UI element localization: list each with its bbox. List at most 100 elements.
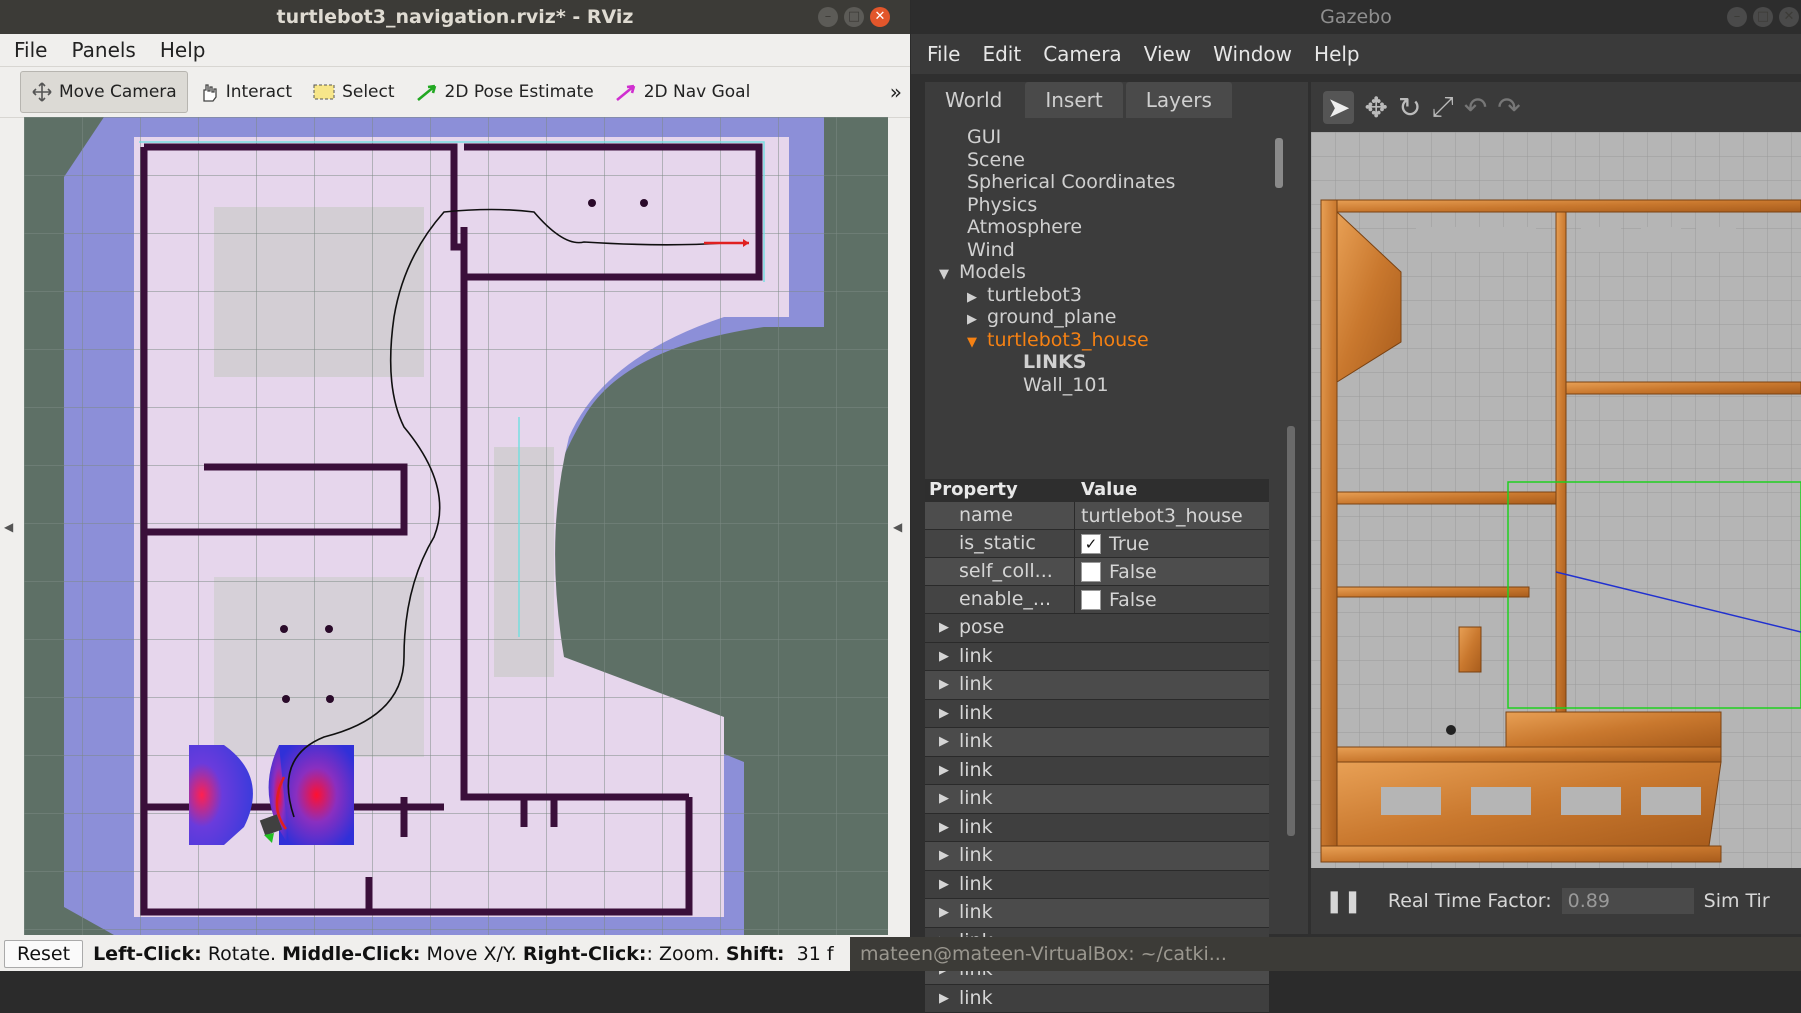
- expand-down-icon: ▼: [967, 335, 977, 350]
- tree-wall-item[interactable]: Wall_101: [925, 374, 1285, 397]
- translate-icon[interactable]: ✥: [1364, 91, 1387, 124]
- pause-icon[interactable]: ❚❚: [1325, 889, 1362, 914]
- map-view[interactable]: [24, 117, 888, 935]
- left-panel-collapse-icon[interactable]: ◀: [4, 520, 13, 534]
- tree-item-wind[interactable]: Wind: [925, 239, 1285, 262]
- scene-bottom-bar: ❚❚ Real Time Factor: 0.89 Sim Tir: [1311, 868, 1801, 934]
- fps-readout: 31 f: [797, 943, 834, 965]
- expand-right-icon: ▶: [967, 290, 977, 305]
- pose-row[interactable]: ▶pose: [925, 614, 1269, 643]
- prop-row-name: name turtlebot3_house: [925, 502, 1269, 530]
- prop-value-name[interactable]: turtlebot3_house: [1081, 503, 1243, 529]
- link-row[interactable]: ▶link: [925, 814, 1269, 843]
- tree-scrollbar[interactable]: [1275, 138, 1283, 188]
- expand-right-icon: ▶: [939, 871, 949, 898]
- tree-item-atmosphere[interactable]: Atmosphere: [925, 216, 1285, 239]
- property-scrollbar[interactable]: [1287, 426, 1295, 836]
- redo-icon[interactable]: ↷: [1497, 91, 1520, 124]
- tree-links-label: LINKS: [925, 351, 1285, 374]
- tab-world[interactable]: World: [925, 82, 1022, 118]
- tab-layers[interactable]: Layers: [1126, 82, 1232, 118]
- close-icon[interactable]: ✕: [1779, 7, 1799, 27]
- tree-model-ground-plane[interactable]: ▶ground_plane: [925, 306, 1285, 329]
- tree-model-turtlebot3[interactable]: ▶turtlebot3: [925, 284, 1285, 307]
- maximize-icon[interactable]: □: [1753, 7, 1773, 27]
- house-3d-model[interactable]: [1311, 132, 1801, 868]
- link-row[interactable]: ▶link: [925, 728, 1269, 757]
- select-label: Select: [342, 82, 394, 102]
- gazebo-window: Gazebo – □ ✕ File Edit Camera View Windo…: [911, 0, 1801, 971]
- rotate-icon[interactable]: ↻: [1398, 91, 1421, 124]
- move-camera-icon: [31, 81, 53, 103]
- rviz-toolbar: Move Camera Interact Select 2D Pose Esti…: [0, 66, 910, 118]
- tree-item-gui[interactable]: GUI: [925, 126, 1285, 149]
- expand-right-icon: ▶: [939, 700, 949, 727]
- expand-right-icon: ▶: [939, 899, 949, 926]
- menu-panels[interactable]: Panels: [71, 38, 135, 62]
- self-collide-checkbox[interactable]: [1081, 562, 1101, 582]
- tab-insert[interactable]: Insert: [1025, 82, 1122, 118]
- rtf-label: Real Time Factor:: [1388, 890, 1552, 912]
- rviz-statusbar: Reset Left-Click: Rotate. Middle-Click: …: [0, 937, 910, 971]
- link-row[interactable]: ▶link: [925, 671, 1269, 700]
- rviz-window-controls: – □ ✕: [818, 7, 890, 27]
- link-row[interactable]: ▶link: [925, 757, 1269, 786]
- rviz-window: turtlebot3_navigation.rviz* - RViz – □ ✕…: [0, 0, 910, 971]
- interact-label: Interact: [226, 82, 292, 102]
- expand-right-icon: ▶: [939, 985, 949, 1012]
- link-row[interactable]: ▶link: [925, 842, 1269, 871]
- select-tool[interactable]: Select: [302, 72, 404, 112]
- is-static-checkbox[interactable]: ✓: [1081, 534, 1101, 554]
- undo-icon[interactable]: ↶: [1464, 91, 1487, 124]
- scale-icon[interactable]: ⤢: [1431, 90, 1453, 124]
- minimize-icon[interactable]: –: [818, 7, 838, 27]
- close-icon[interactable]: ✕: [870, 7, 890, 27]
- prop-row-is-static: is_static ✓True: [925, 530, 1269, 558]
- expand-right-icon: ▶: [939, 728, 949, 755]
- magenta-arrow-icon: [614, 82, 638, 102]
- terminal-titlebar[interactable]: mateen@mateen-VirtualBox: ~/catki...: [850, 937, 1801, 971]
- gz-menu-camera[interactable]: Camera: [1043, 42, 1122, 66]
- interact-tool[interactable]: Interact: [188, 72, 302, 112]
- gz-menu-view[interactable]: View: [1144, 42, 1191, 66]
- tree-item-scene[interactable]: Scene: [925, 149, 1285, 172]
- gz-menu-help[interactable]: Help: [1314, 42, 1360, 66]
- maximize-icon[interactable]: □: [844, 7, 864, 27]
- tree-model-house-selected[interactable]: ▼turtlebot3_house: [925, 329, 1285, 352]
- pose-estimate-label: 2D Pose Estimate: [445, 82, 594, 102]
- select-arrow-icon[interactable]: ➤: [1323, 91, 1354, 124]
- move-camera-tool[interactable]: Move Camera: [20, 71, 188, 113]
- link-row[interactable]: ▶link: [925, 643, 1269, 672]
- scene-view[interactable]: ➤ ✥ ↻ ⤢ ↶ ↷: [1311, 82, 1801, 934]
- occupancy-map[interactable]: [24, 117, 888, 935]
- menu-help[interactable]: Help: [160, 38, 206, 62]
- link-row[interactable]: ▶link: [925, 785, 1269, 814]
- gz-menu-file[interactable]: File: [927, 42, 960, 66]
- right-click-key: Right-Click:: [523, 943, 647, 965]
- hand-icon: [198, 81, 220, 103]
- minimize-icon[interactable]: –: [1727, 7, 1747, 27]
- tree-item-spherical[interactable]: Spherical Coordinates: [925, 171, 1285, 194]
- shift-key: Shift:: [726, 943, 785, 965]
- toolbar-more-button[interactable]: »: [890, 80, 902, 104]
- left-click-action: Rotate.: [208, 943, 276, 965]
- gz-menu-window[interactable]: Window: [1213, 42, 1292, 66]
- right-panel-collapse-icon[interactable]: ◀: [893, 520, 902, 534]
- left-click-key: Left-Click:: [93, 943, 202, 965]
- expand-right-icon: ▶: [939, 842, 949, 869]
- pose-estimate-tool[interactable]: 2D Pose Estimate: [405, 72, 604, 112]
- expand-right-icon: ▶: [939, 785, 949, 812]
- tree-item-models[interactable]: ▼Models: [925, 261, 1285, 284]
- enable-wind-checkbox[interactable]: [1081, 590, 1101, 610]
- reset-button[interactable]: Reset: [4, 940, 83, 968]
- link-row[interactable]: ▶link: [925, 871, 1269, 900]
- link-row[interactable]: ▶link: [925, 899, 1269, 928]
- gz-menu-edit[interactable]: Edit: [982, 42, 1021, 66]
- rviz-menubar: File Panels Help: [0, 34, 910, 66]
- link-row[interactable]: ▶link: [925, 985, 1269, 1013]
- nav-goal-tool[interactable]: 2D Nav Goal: [604, 72, 761, 112]
- sim-time-label: Sim Tir: [1704, 890, 1770, 912]
- tree-item-physics[interactable]: Physics: [925, 194, 1285, 217]
- link-row[interactable]: ▶link: [925, 700, 1269, 729]
- menu-file[interactable]: File: [14, 38, 47, 62]
